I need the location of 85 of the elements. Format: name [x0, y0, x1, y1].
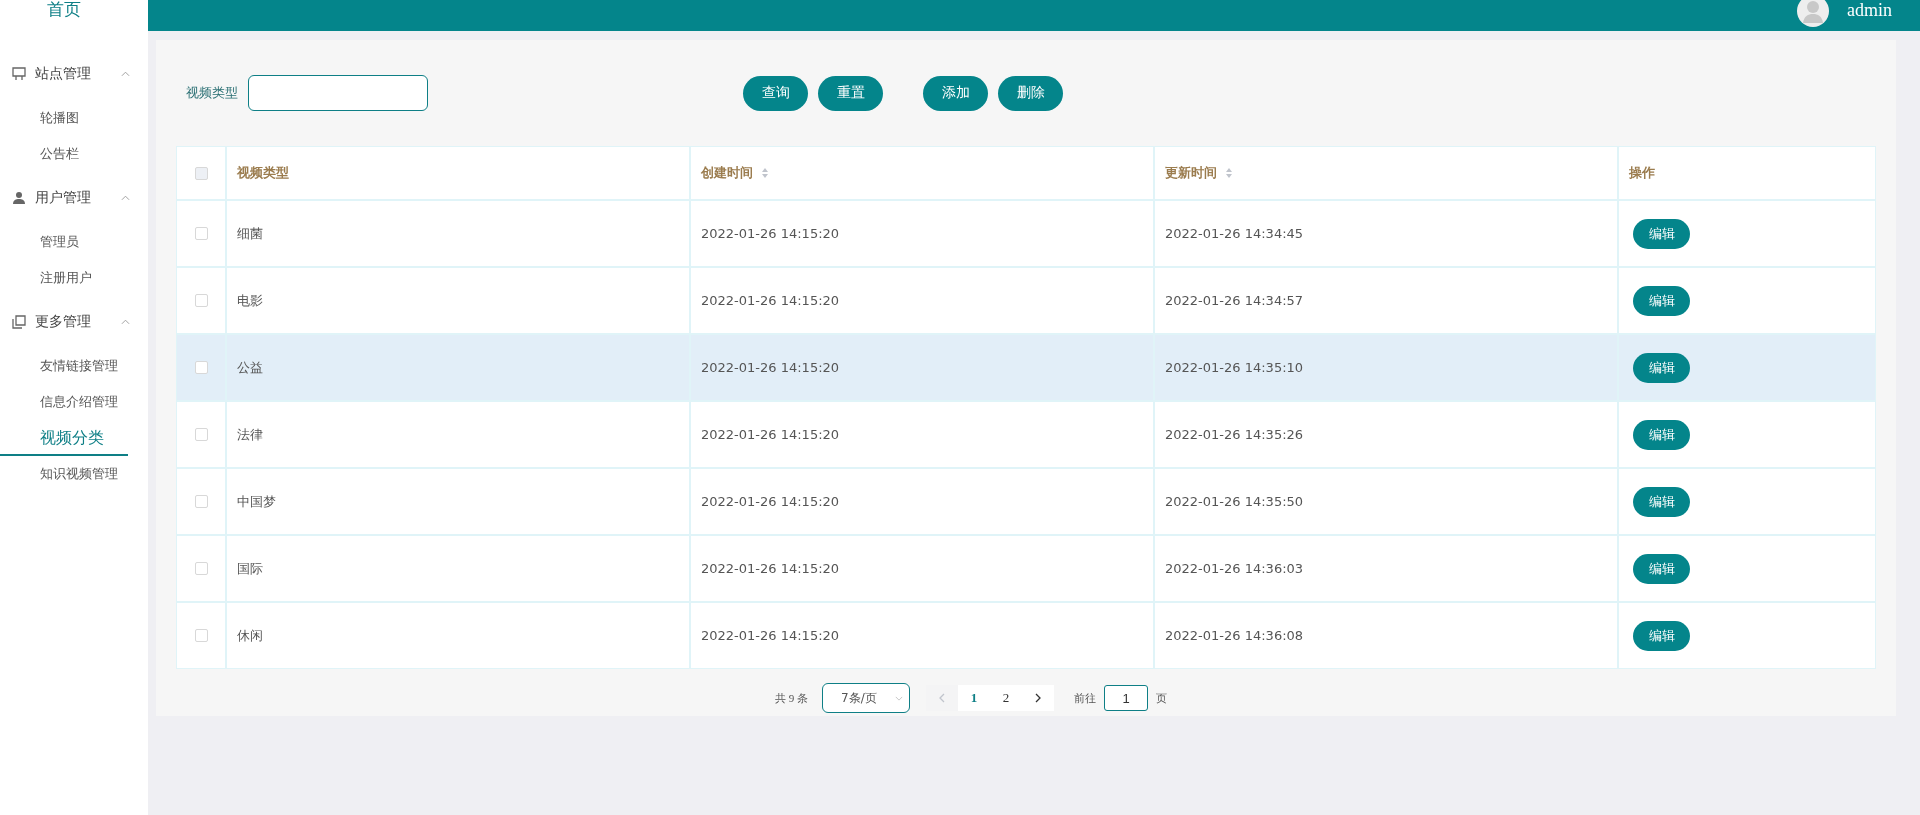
menu-group[interactable]: 用户管理	[0, 172, 148, 224]
table-cell: 休闲	[237, 626, 263, 645]
edit-button[interactable]: 编辑	[1633, 620, 1690, 651]
page-size-select[interactable]: 7条/页	[822, 683, 910, 713]
row-checkbox[interactable]	[194, 227, 208, 240]
table-cell: 2022-01-26 14:15:20	[701, 226, 840, 241]
row-checkbox[interactable]	[194, 428, 208, 441]
table-cell: 公益	[237, 358, 263, 377]
table-cell: 2022-01-26 14:35:26	[1165, 427, 1304, 442]
menu-item[interactable]: 轮播图	[0, 100, 148, 136]
menu-item[interactable]: 公告栏	[0, 136, 148, 172]
table-cell: 细菌	[237, 224, 263, 243]
user-icon	[12, 191, 26, 205]
table-row[interactable]: 中国梦 2022-01-26 14:15:20 2022-01-26 14:35:50 编辑	[177, 467, 1875, 534]
edit-button[interactable]: 编辑	[1633, 419, 1690, 450]
table-row[interactable]: 公益 2022-01-26 14:15:20 2022-01-26 14:35:10 编辑	[177, 333, 1875, 400]
column-header[interactable]: 更新时间	[1153, 147, 1617, 199]
page-button[interactable]: 1	[958, 685, 990, 711]
next-page-button[interactable]	[1022, 685, 1054, 711]
search-field[interactable]	[248, 75, 428, 111]
monitor-icon	[12, 67, 26, 81]
table-cell: 法律	[237, 425, 263, 444]
table-row[interactable]: 休闲 2022-01-26 14:15:20 2022-01-26 14:36:08 编辑	[177, 601, 1875, 668]
table-cell: 2022-01-26 14:15:20	[701, 427, 840, 442]
table-row[interactable]: 细菌 2022-01-26 14:15:20 2022-01-26 14:34:45 编辑	[177, 199, 1875, 266]
row-checkbox[interactable]	[194, 495, 208, 508]
action-button[interactable]: 重置	[818, 75, 883, 111]
menu-group-title: 用户管理	[35, 189, 92, 207]
menu-item[interactable]: 管理员	[0, 224, 148, 260]
page-input[interactable]: 1	[1104, 685, 1148, 711]
goto-label: 前往	[1074, 690, 1096, 706]
edit-button[interactable]: 编辑	[1633, 553, 1690, 584]
table-cell: 2022-01-26 14:35:50	[1165, 494, 1304, 509]
column-header: 视频类型	[225, 147, 689, 199]
column-header[interactable]: 创建时间	[689, 147, 1153, 199]
sort-icon[interactable]	[761, 167, 769, 179]
row-checkbox[interactable]	[194, 361, 208, 374]
table-cell: 2022-01-26 14:15:20	[701, 628, 840, 643]
menu-group-title: 站点管理	[35, 65, 92, 83]
table-cell: 2022-01-26 14:15:20	[701, 494, 840, 509]
table-cell: 2022-01-26 14:36:03	[1165, 561, 1304, 576]
table-cell: 2022-01-26 14:34:57	[1165, 293, 1304, 308]
row-checkbox[interactable]	[194, 562, 208, 575]
username[interactable]: admin	[1847, 0, 1892, 21]
row-checkbox[interactable]	[194, 294, 208, 307]
menu-group[interactable]: 更多管理	[0, 296, 148, 348]
table-row[interactable]: 国际 2022-01-26 14:15:20 2022-01-26 14:36:03 编辑	[177, 534, 1875, 601]
select-all-checkbox[interactable]	[194, 166, 208, 180]
avatar-icon[interactable]	[1797, 0, 1829, 27]
sort-icon[interactable]	[1225, 167, 1233, 179]
menu-item[interactable]: 信息介绍管理	[0, 384, 148, 420]
chevron-left-icon	[939, 693, 945, 703]
field-label: 视频类型	[186, 84, 238, 102]
action-button[interactable]: 添加	[923, 75, 988, 111]
page-suffix: 页	[1156, 690, 1167, 706]
table-cell: 中国梦	[237, 492, 276, 511]
action-button[interactable]: 删除	[998, 75, 1063, 111]
table-cell: 2022-01-26 14:15:20	[701, 561, 840, 576]
menu-item[interactable]: 注册用户	[0, 260, 148, 296]
menu-group-title: 更多管理	[35, 313, 92, 331]
table-cell: 2022-01-26 14:15:20	[701, 293, 840, 308]
table-cell: 2022-01-26 14:36:08	[1165, 628, 1304, 643]
edit-button[interactable]: 编辑	[1633, 352, 1690, 383]
table-cell: 电影	[237, 291, 263, 310]
table-cell: 2022-01-26 14:15:20	[701, 360, 840, 375]
table-row[interactable]: 法律 2022-01-26 14:15:20 2022-01-26 14:35:26 编辑	[177, 400, 1875, 467]
edit-button[interactable]: 编辑	[1633, 218, 1690, 249]
menu-item[interactable]: 视频分类	[0, 420, 128, 456]
chevron-right-icon	[1035, 693, 1041, 703]
action-button[interactable]: 查询	[743, 75, 808, 111]
chevron-icon	[895, 695, 903, 701]
page-button[interactable]: 2	[990, 685, 1022, 711]
table-cell: 2022-01-26 14:34:45	[1165, 226, 1304, 241]
table-cell: 2022-01-26 14:35:10	[1165, 360, 1304, 375]
column-header: 操作	[1617, 147, 1875, 199]
edit-button[interactable]: 编辑	[1633, 486, 1690, 517]
menu-item[interactable]: 知识视频管理	[0, 456, 148, 492]
menu-group[interactable]: 站点管理	[0, 48, 148, 100]
copy-icon	[12, 315, 26, 329]
table-cell: 国际	[237, 559, 263, 578]
total-count: 共 9 条	[775, 690, 808, 706]
edit-button[interactable]: 编辑	[1633, 285, 1690, 316]
home-link[interactable]: 首页	[0, 1, 148, 18]
menu-item[interactable]: 友情链接管理	[0, 348, 148, 384]
row-checkbox[interactable]	[194, 629, 208, 642]
